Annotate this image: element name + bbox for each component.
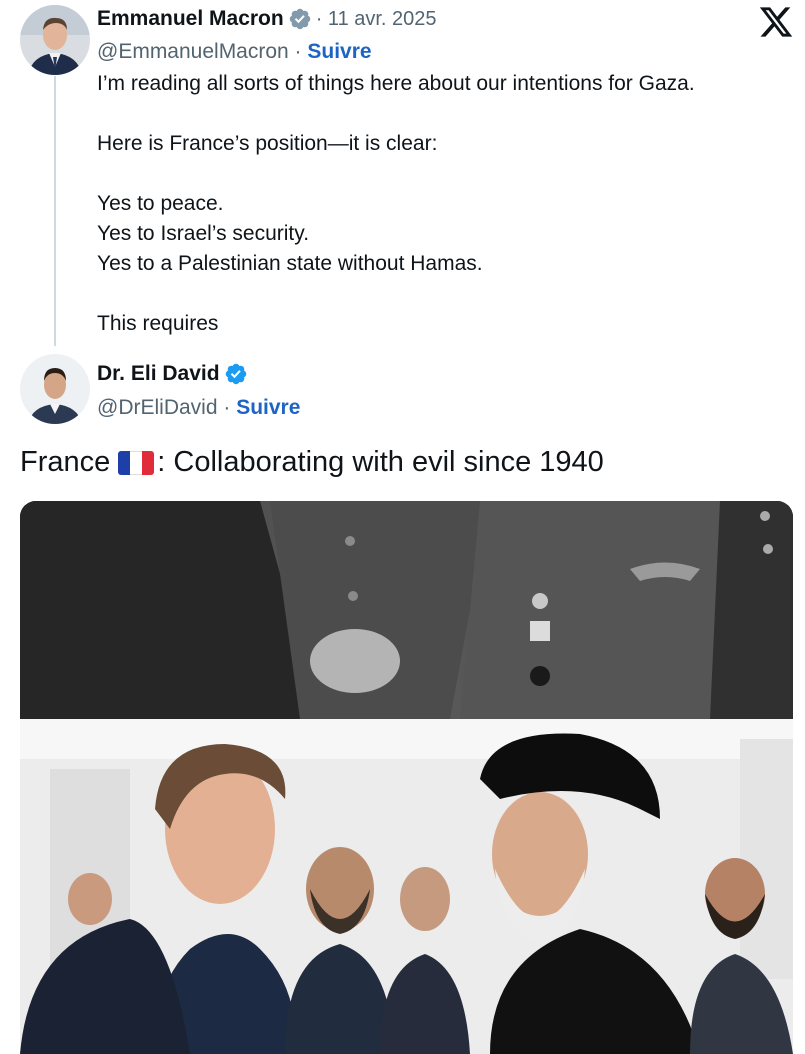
tweet1-handle-row: @EmmanuelMacron · Suivre	[97, 40, 372, 64]
x-logo-icon[interactable]	[758, 4, 794, 40]
modern-photo[interactable]	[20, 719, 793, 1054]
macron-avatar[interactable]	[20, 5, 90, 75]
tweet2-text: France : Collaborating with evil since 1…	[20, 446, 604, 479]
author-handle[interactable]: @EmmanuelMacron	[97, 40, 289, 63]
tweet-line: Yes to a Palestinian state without Hamas…	[97, 252, 483, 275]
tweet-line: This requires	[97, 312, 219, 335]
verified-badge-blue-icon[interactable]	[224, 362, 248, 386]
tweet-line: I’m reading all sorts of things here abo…	[97, 72, 695, 95]
author-handle[interactable]: @DrEliDavid	[97, 396, 218, 419]
verified-badge-gray-icon[interactable]	[288, 7, 312, 31]
eli-david-avatar[interactable]	[20, 354, 90, 424]
follow-button[interactable]: Suivre	[307, 40, 371, 63]
historical-photo[interactable]	[20, 501, 793, 719]
tweet2-handle-row: @DrEliDavid · Suivre	[97, 396, 300, 420]
separator-dot: ·	[217, 396, 237, 419]
separator-dot: ·	[288, 40, 308, 63]
tweet-line: Yes to peace.	[97, 192, 224, 215]
tweet-text-part: : Collaborating with evil since 1940	[157, 446, 604, 478]
france-flag-emoji	[118, 450, 155, 475]
author-name[interactable]: Dr. Eli David	[97, 362, 220, 386]
tweet-date[interactable]: · 11 avr. 2025	[316, 8, 437, 31]
tweet1-text: I’m reading all sorts of things here abo…	[97, 69, 787, 339]
author-name[interactable]: Emmanuel Macron	[97, 7, 284, 31]
thread-connector-line	[54, 76, 56, 346]
tweet-media[interactable]	[20, 501, 793, 1054]
tweet-line: Here is France’s position—it is clear:	[97, 132, 438, 155]
tweet-line: Yes to Israel’s security.	[97, 222, 310, 245]
follow-button[interactable]: Suivre	[236, 396, 300, 419]
tweet2-header: Dr. Eli David	[97, 362, 248, 386]
tweet-text-part: France	[20, 446, 111, 478]
tweet1-header: Emmanuel Macron · 11 avr. 2025	[97, 7, 437, 31]
